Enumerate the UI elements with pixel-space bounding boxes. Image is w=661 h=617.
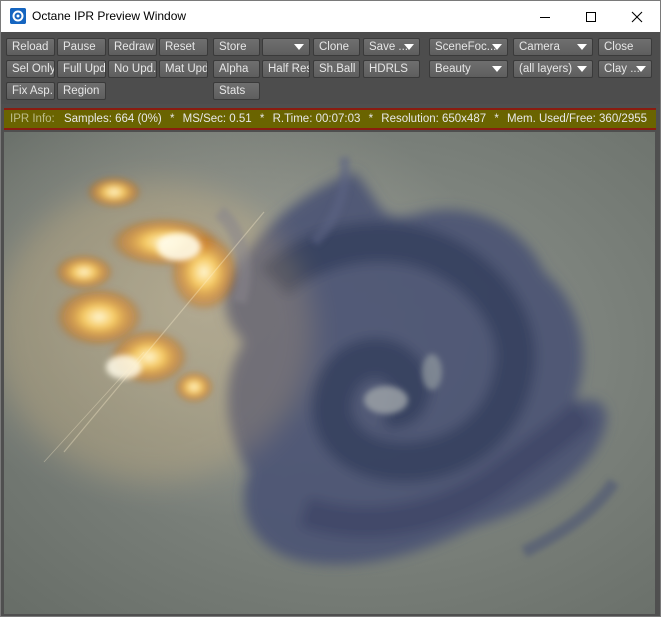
render-time-readout: R.Time: 00:07:03 (272, 113, 361, 125)
store-button[interactable]: Store (213, 38, 260, 56)
store-slot-dropdown[interactable] (262, 38, 310, 56)
reload-button[interactable]: Reload (6, 38, 55, 56)
info-separator: * (169, 113, 175, 125)
clay-dropdown[interactable]: Clay ... (598, 60, 652, 78)
maximize-button[interactable] (568, 1, 614, 32)
region-button[interactable]: Region (57, 82, 106, 100)
no-update-button[interactable]: No Upd. (108, 60, 157, 78)
render-image (4, 132, 655, 614)
half-res-button[interactable]: Half Res (262, 60, 310, 78)
layers-dropdown[interactable]: (all layers) (513, 60, 593, 78)
close-button[interactable]: Close (598, 38, 652, 56)
reset-button[interactable]: Reset (159, 38, 208, 56)
shader-ball-button[interactable]: Sh.Ball (313, 60, 360, 78)
info-separator: * (259, 113, 265, 125)
close-icon (631, 11, 643, 22)
pause-button[interactable]: Pause (57, 38, 106, 56)
alpha-button[interactable]: Alpha (213, 60, 260, 78)
ipr-info-bar: IPR Info: Samples: 664 (0%) * MS/Sec: 0.… (4, 108, 656, 130)
memory-readout: Mem. Used/Free: 360/2955 (507, 113, 648, 125)
redraw-button[interactable]: Redraw (108, 38, 157, 56)
minimize-button[interactable] (522, 1, 568, 32)
minimize-icon (540, 16, 550, 18)
info-label: IPR Info: (10, 113, 55, 125)
render-pass-dropdown[interactable]: Beauty (429, 60, 508, 78)
info-separator: * (368, 113, 374, 125)
save-dropdown[interactable]: Save ... (363, 38, 420, 56)
fix-aspect-button[interactable]: Fix Asp. (6, 82, 55, 100)
camera-dropdown[interactable]: Camera (513, 38, 593, 56)
octane-app-icon (10, 8, 26, 24)
scene-focus-dropdown[interactable]: SceneFoc... (429, 38, 508, 56)
title-bar[interactable]: Octane IPR Preview Window (1, 1, 660, 32)
mat-update-button[interactable]: Mat Upd (159, 60, 208, 78)
ipr-toolbar: Reload Pause Redraw Reset Store Clone Sa… (1, 32, 660, 104)
ms-per-sec-readout: MS/Sec: 0.51 (182, 113, 252, 125)
clone-button[interactable]: Clone (313, 38, 360, 56)
full-update-button[interactable]: Full Upd. (57, 60, 106, 78)
resolution-readout: Resolution: 650x487 (381, 113, 487, 125)
close-window-button[interactable] (614, 1, 660, 32)
sel-only-button[interactable]: Sel Only (6, 60, 55, 78)
render-viewport[interactable] (4, 132, 655, 614)
ipr-window: Octane IPR Preview Window Reload Pause R… (0, 0, 661, 617)
window-title: Octane IPR Preview Window (32, 9, 187, 23)
hdrls-button[interactable]: HDRLS (363, 60, 420, 78)
stats-button[interactable]: Stats (213, 82, 260, 100)
maximize-icon (586, 11, 596, 22)
info-separator: * (494, 113, 499, 125)
samples-readout: Samples: 664 (0%) (63, 113, 162, 125)
